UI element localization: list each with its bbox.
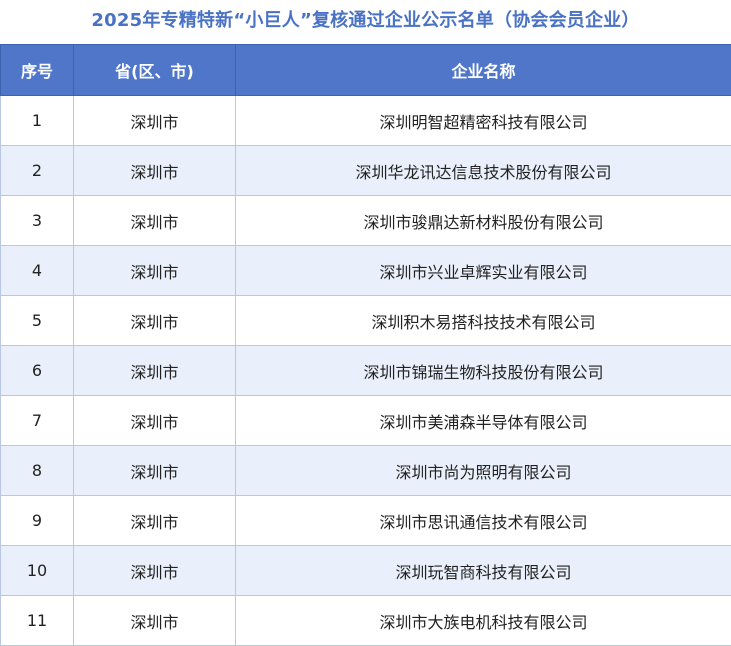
table-row: 5 深圳市 深圳积木易搭科技技术有限公司	[1, 296, 731, 346]
cell-index: 8	[1, 446, 74, 496]
cell-index: 3	[1, 196, 74, 246]
cell-index: 2	[1, 146, 74, 196]
table-row: 10 深圳市 深圳玩智商科技有限公司	[1, 546, 731, 596]
table-header-row: 序号 省(区、市) 企业名称	[1, 45, 731, 96]
header-index: 序号	[1, 45, 74, 96]
header-company-name: 企业名称	[236, 45, 731, 96]
cell-index: 5	[1, 296, 74, 346]
cell-index: 6	[1, 346, 74, 396]
cell-company-name: 深圳华龙讯达信息技术股份有限公司	[236, 146, 731, 196]
cell-index: 4	[1, 246, 74, 296]
table-row: 8 深圳市 深圳市尚为照明有限公司	[1, 446, 731, 496]
table-row: 3 深圳市 深圳市骏鼎达新材料股份有限公司	[1, 196, 731, 246]
cell-index: 1	[1, 96, 74, 146]
cell-province: 深圳市	[74, 546, 236, 596]
header-province: 省(区、市)	[74, 45, 236, 96]
cell-index: 9	[1, 496, 74, 546]
table-row: 1 深圳市 深圳明智超精密科技有限公司	[1, 96, 731, 146]
cell-company-name: 深圳市大族电机科技有限公司	[236, 596, 731, 646]
cell-company-name: 深圳市思讯通信技术有限公司	[236, 496, 731, 546]
cell-province: 深圳市	[74, 196, 236, 246]
cell-company-name: 深圳市兴业卓辉实业有限公司	[236, 246, 731, 296]
cell-index: 7	[1, 396, 74, 446]
cell-province: 深圳市	[74, 446, 236, 496]
cell-province: 深圳市	[74, 596, 236, 646]
cell-company-name: 深圳明智超精密科技有限公司	[236, 96, 731, 146]
company-table: 序号 省(区、市) 企业名称 1 深圳市 深圳明智超精密科技有限公司 2 深圳市…	[0, 44, 731, 646]
cell-province: 深圳市	[74, 496, 236, 546]
cell-index: 11	[1, 596, 74, 646]
cell-company-name: 深圳玩智商科技有限公司	[236, 546, 731, 596]
cell-province: 深圳市	[74, 246, 236, 296]
cell-province: 深圳市	[74, 146, 236, 196]
cell-province: 深圳市	[74, 346, 236, 396]
cell-province: 深圳市	[74, 296, 236, 346]
table-row: 11 深圳市 深圳市大族电机科技有限公司	[1, 596, 731, 646]
table-row: 2 深圳市 深圳华龙讯达信息技术股份有限公司	[1, 146, 731, 196]
table-row: 9 深圳市 深圳市思讯通信技术有限公司	[1, 496, 731, 546]
cell-province: 深圳市	[74, 396, 236, 446]
cell-company-name: 深圳积木易搭科技技术有限公司	[236, 296, 731, 346]
cell-company-name: 深圳市骏鼎达新材料股份有限公司	[236, 196, 731, 246]
cell-province: 深圳市	[74, 96, 236, 146]
table-row: 6 深圳市 深圳市锦瑞生物科技股份有限公司	[1, 346, 731, 396]
cell-index: 10	[1, 546, 74, 596]
cell-company-name: 深圳市美浦森半导体有限公司	[236, 396, 731, 446]
page-title: 2025年专精特新“小巨人”复核通过企业公示名单（协会会员企业）	[0, 0, 731, 44]
cell-company-name: 深圳市尚为照明有限公司	[236, 446, 731, 496]
table-row: 7 深圳市 深圳市美浦森半导体有限公司	[1, 396, 731, 446]
table-row: 4 深圳市 深圳市兴业卓辉实业有限公司	[1, 246, 731, 296]
cell-company-name: 深圳市锦瑞生物科技股份有限公司	[236, 346, 731, 396]
